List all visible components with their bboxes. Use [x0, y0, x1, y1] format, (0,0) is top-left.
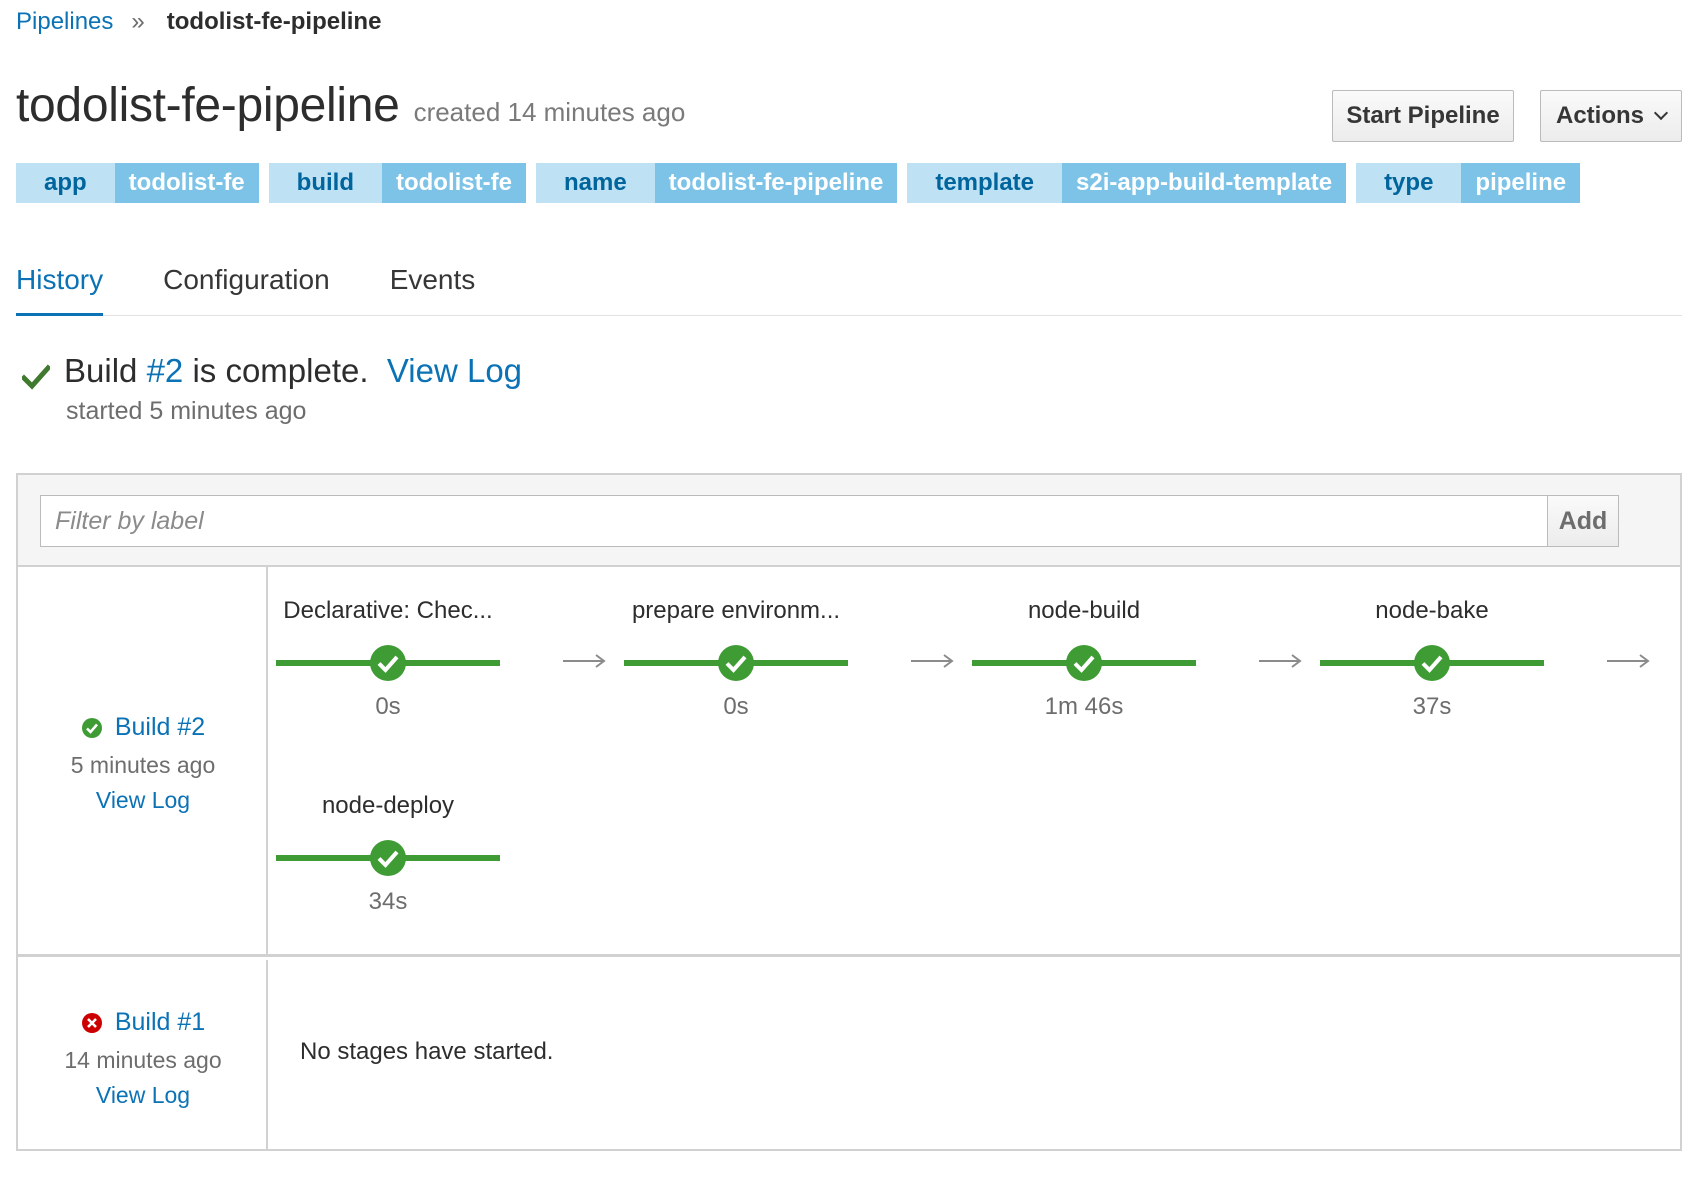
actions-label: Actions	[1555, 102, 1644, 129]
stage-duration: 37s	[1412, 693, 1452, 720]
build-started-time: started 5 minutes ago	[66, 397, 307, 425]
stage-name: Declarative: Chec...	[283, 597, 493, 624]
label-key: type	[1356, 163, 1462, 203]
build-view-log-link[interactable]: View Log	[18, 1082, 268, 1109]
tab-bar: History Configuration Events	[16, 258, 1682, 316]
stage-name: node-bake	[1375, 597, 1489, 624]
page-title: todolist-fe-pipeline	[16, 79, 400, 132]
build-status-message: Build #2 is complete. View Log	[64, 352, 522, 390]
build-time: 14 minutes ago	[64, 1047, 222, 1073]
tab-history[interactable]: History	[16, 258, 104, 316]
actions-dropdown-button[interactable]: Actions	[1540, 90, 1682, 142]
stage-name: node-deploy	[321, 792, 455, 819]
breadcrumb-pipelines-link[interactable]: Pipelines	[16, 8, 113, 36]
created-timestamp: created 14 minutes ago	[413, 97, 686, 127]
build-summary: Build #1 14 minutes ago View Log	[18, 960, 268, 1150]
build-info: Build #1 14 minutes ago View Log	[18, 1008, 268, 1109]
no-stages-message: No stages have started.	[300, 1038, 554, 1065]
build-time: 5 minutes ago	[70, 752, 216, 778]
label-value: todolist-fe	[114, 163, 259, 203]
stage-progress	[972, 643, 1196, 683]
build-summary: Build #2 5 minutes ago View Log	[18, 567, 268, 954]
view-log-link[interactable]: View Log	[387, 352, 522, 389]
pipeline-stage[interactable]: prepare environm... 0s	[624, 597, 848, 721]
build-title: Build #2	[114, 713, 206, 741]
stage-duration: 0s	[723, 693, 749, 720]
stage-progress	[624, 643, 848, 683]
label-type[interactable]: type pipeline	[1356, 163, 1581, 203]
status-suffix: is complete.	[183, 352, 369, 389]
breadcrumb-separator: »	[131, 8, 145, 35]
stage-success-icon	[1066, 645, 1102, 681]
label-key: template	[907, 163, 1063, 203]
stage-duration: 34s	[368, 888, 408, 915]
breadcrumb: Pipelines » todolist-fe-pipeline	[16, 8, 381, 36]
label-name[interactable]: name todolist-fe-pipeline	[535, 163, 898, 203]
chevron-down-icon	[1653, 105, 1669, 121]
build-link[interactable]: Build #1	[18, 1008, 268, 1037]
start-pipeline-label: Start Pipeline	[1346, 102, 1500, 129]
pipeline-stage[interactable]: Declarative: Chec... 0s	[276, 597, 500, 721]
label-key: name	[535, 163, 655, 203]
label-value: todolist-fe-pipeline	[654, 163, 898, 203]
arrow-right-icon	[563, 654, 606, 668]
breadcrumb-current: todolist-fe-pipeline	[166, 8, 382, 35]
label-key: build	[268, 163, 382, 203]
label-value: pipeline	[1461, 163, 1581, 203]
stage-progress	[276, 643, 500, 683]
page-header: todolist-fe-pipeline created 14 minutes …	[16, 78, 685, 133]
build-row: Build #1 14 minutes ago View Log No stag…	[18, 960, 1680, 1150]
label-app[interactable]: app todolist-fe	[16, 163, 259, 203]
build-row: Build #2 5 minutes ago View Log Declarat…	[18, 567, 1680, 957]
stage-duration: 1m 46s	[1044, 693, 1124, 720]
stage-name: node-build	[1027, 597, 1141, 624]
status-prefix: Build	[64, 352, 147, 389]
label-list: app todolist-fe build todolist-fe name t…	[16, 163, 1590, 203]
build-history-panel: Add Build #2 5 minutes ago View Log Decl…	[16, 473, 1682, 1151]
label-build[interactable]: build todolist-fe	[268, 163, 526, 203]
build-view-log-link[interactable]: View Log	[18, 787, 268, 814]
stage-success-icon	[1414, 645, 1450, 681]
pipeline-stage[interactable]: node-build 1m 46s	[972, 597, 1196, 721]
label-template[interactable]: template s2i-app-build-template	[907, 163, 1347, 203]
filter-add-button[interactable]: Add	[1547, 495, 1619, 547]
arrow-right-icon	[1259, 654, 1302, 668]
stage-progress	[1320, 643, 1544, 683]
stage-name: prepare environm...	[631, 597, 841, 624]
success-circle-icon	[81, 717, 102, 738]
label-key: app	[16, 163, 115, 203]
filter-by-label-input[interactable]	[40, 495, 1548, 547]
filter-bar: Add	[18, 475, 1680, 567]
tab-configuration[interactable]: Configuration	[163, 258, 330, 316]
pipeline-stage[interactable]: node-deploy 34s	[276, 792, 500, 916]
stage-duration: 0s	[375, 693, 401, 720]
arrow-right-icon	[911, 654, 954, 668]
stage-success-icon	[370, 840, 406, 876]
build-number-link[interactable]: #2	[147, 352, 184, 389]
label-value: s2i-app-build-template	[1062, 163, 1347, 203]
stage-success-icon	[370, 645, 406, 681]
build-title: Build #1	[114, 1008, 206, 1036]
stage-success-icon	[718, 645, 754, 681]
error-circle-icon	[81, 1012, 102, 1033]
build-link[interactable]: Build #2	[18, 713, 268, 742]
start-pipeline-button[interactable]: Start Pipeline	[1332, 90, 1514, 142]
pipeline-stage[interactable]: node-bake 37s	[1320, 597, 1544, 721]
label-value: todolist-fe	[381, 163, 526, 203]
stage-progress	[276, 838, 500, 878]
checkmark-icon	[22, 364, 50, 390]
build-info: Build #2 5 minutes ago View Log	[18, 713, 268, 814]
tab-events[interactable]: Events	[390, 258, 476, 316]
arrow-right-icon	[1607, 654, 1650, 668]
